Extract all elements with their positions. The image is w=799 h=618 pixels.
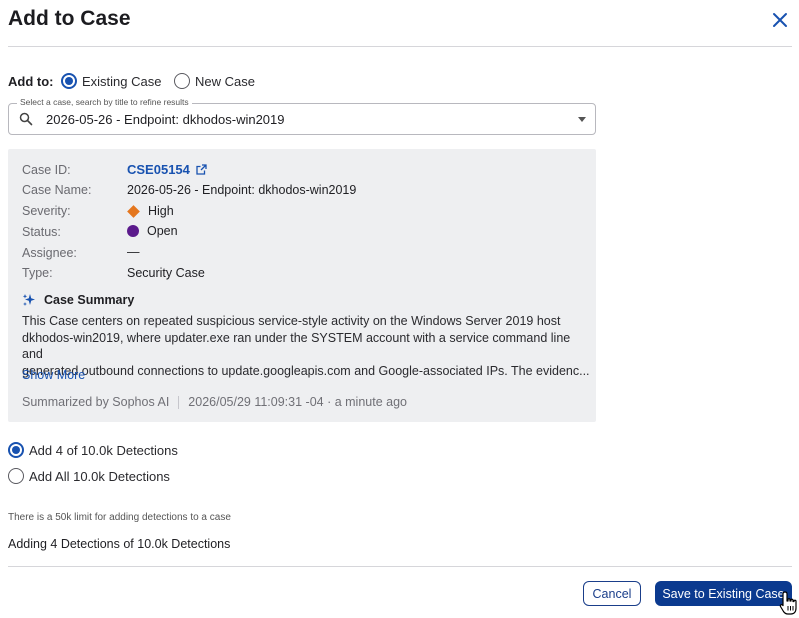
new-case-radio[interactable]: New Case bbox=[174, 73, 255, 89]
close-icon[interactable] bbox=[770, 10, 790, 30]
type-value: Security Case bbox=[127, 266, 205, 280]
add-all-detections-label: Add All 10.0k Detections bbox=[29, 468, 170, 484]
status-value: Open bbox=[147, 224, 178, 238]
summarized-by: Summarized by Sophos AI bbox=[22, 395, 170, 409]
assignee-value: — bbox=[127, 245, 140, 259]
severity-diamond-icon bbox=[127, 204, 140, 218]
add-selected-detections-label: Add 4 of 10.0k Detections bbox=[29, 442, 178, 458]
case-name-value: 2026-05-26 - Endpoint: dkhodos-win2019 bbox=[127, 183, 357, 197]
summary-timestamp: 2026/05/29 11:09:31 -04 · a minute ago bbox=[188, 395, 407, 409]
severity-label: Severity: bbox=[22, 204, 71, 218]
case-id-link[interactable]: CSE05154 bbox=[127, 162, 207, 177]
radio-unchecked-icon[interactable] bbox=[8, 468, 24, 484]
add-all-detections-radio[interactable]: Add All 10.0k Detections bbox=[8, 468, 170, 484]
add-to-label: Add to: bbox=[8, 74, 54, 89]
case-select-legend: Select a case, search by title to refine… bbox=[17, 97, 192, 107]
caret-down-icon[interactable] bbox=[578, 117, 586, 122]
case-name-label: Case Name: bbox=[22, 183, 92, 197]
status-label: Status: bbox=[22, 225, 61, 239]
type-label: Type: bbox=[22, 266, 53, 280]
hand-cursor-icon bbox=[779, 591, 797, 615]
case-summary-text: This Case centers on repeated suspicious… bbox=[22, 313, 592, 379]
adding-detections-text: Adding 4 Detections of 10.0k Detections bbox=[8, 537, 231, 551]
summary-line: generated outbound connections to update… bbox=[22, 363, 590, 378]
ai-sparkle-icon bbox=[22, 294, 35, 306]
summary-line: dkhodos-win2019, where updater.exe ran u… bbox=[22, 330, 571, 362]
assignee-label: Assignee: bbox=[22, 246, 77, 260]
save-to-existing-case-button[interactable]: Save to Existing Case bbox=[655, 581, 792, 606]
summary-line: This Case centers on repeated suspicious… bbox=[22, 314, 561, 328]
meta-divider bbox=[178, 395, 180, 409]
case-id-value[interactable]: CSE05154 bbox=[127, 162, 190, 177]
summary-meta: Summarized by Sophos AI 2026/05/29 11:09… bbox=[22, 395, 407, 409]
detection-limit-note: There is a 50k limit for adding detectio… bbox=[8, 512, 231, 523]
existing-case-radio[interactable]: Existing Case bbox=[61, 73, 161, 89]
dialog-title: Add to Case bbox=[8, 7, 131, 30]
header-divider bbox=[8, 46, 792, 47]
search-icon bbox=[19, 112, 33, 126]
external-link-icon[interactable] bbox=[196, 164, 207, 175]
radio-checked-icon[interactable] bbox=[8, 442, 24, 458]
severity: High bbox=[127, 204, 174, 218]
cancel-button[interactable]: Cancel bbox=[583, 581, 641, 606]
case-summary-title: Case Summary bbox=[44, 293, 135, 307]
radio-checked-icon[interactable] bbox=[61, 73, 77, 89]
status-dot-icon bbox=[127, 225, 139, 237]
footer-divider bbox=[8, 566, 792, 567]
case-id-label: Case ID: bbox=[22, 163, 71, 177]
add-selected-detections-radio[interactable]: Add 4 of 10.0k Detections bbox=[8, 442, 178, 458]
radio-unchecked-icon[interactable] bbox=[174, 73, 190, 89]
show-more-link[interactable]: Show More bbox=[22, 368, 85, 382]
status: Open bbox=[127, 224, 178, 238]
severity-value: High bbox=[148, 204, 174, 218]
case-summary-header: Case Summary bbox=[22, 293, 134, 307]
new-case-label: New Case bbox=[195, 73, 255, 89]
case-select-value[interactable]: 2026-05-26 - Endpoint: dkhodos-win2019 bbox=[46, 112, 285, 127]
existing-case-label: Existing Case bbox=[82, 73, 162, 89]
